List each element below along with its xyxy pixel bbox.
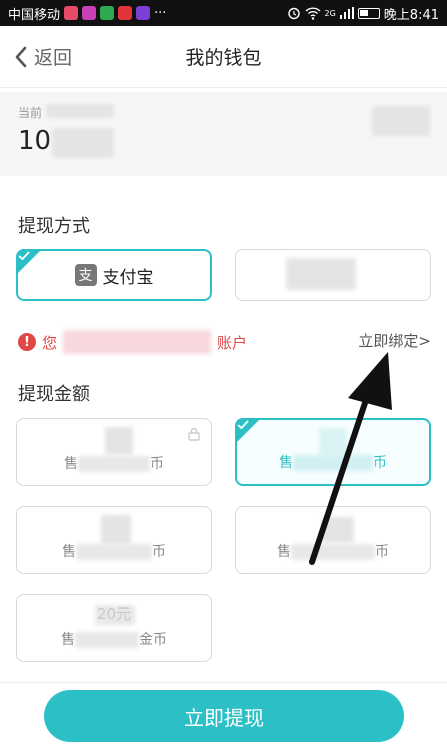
withdraw-amount-title: 提现金额: [18, 384, 90, 405]
back-button[interactable]: 返回: [14, 43, 72, 70]
blurred-region: [322, 517, 354, 543]
alarm-icon: [287, 7, 300, 20]
battery-icon: [357, 7, 380, 19]
balance-value: 10: [18, 126, 52, 156]
blurred-region: [286, 258, 356, 290]
exclamation-icon: !: [18, 333, 36, 351]
back-label: 返回: [34, 47, 73, 69]
app-notification-icon: [136, 6, 151, 20]
wifi-icon: [305, 6, 320, 20]
amount-label: 售币: [62, 544, 166, 560]
withdraw-now-button[interactable]: 立即提现: [44, 690, 404, 742]
footer-divider: [0, 682, 447, 683]
alipay-option[interactable]: 支 支付宝: [16, 249, 212, 301]
amount-label: 售币: [279, 455, 387, 471]
blurred-region: [46, 104, 114, 118]
amount-option-1[interactable]: 售币: [16, 418, 212, 486]
warning-suffix: 账户: [217, 333, 248, 352]
app-notification-icon: [118, 6, 133, 20]
blurred-region: [372, 106, 430, 136]
status-bar: 中国移动 ··· 2G 晚上8:41: [0, 0, 447, 26]
app-notification-icon: [64, 6, 79, 20]
alipay-icon: 支: [74, 264, 97, 286]
alipay-label: 支付宝: [102, 267, 154, 288]
bind-now-link[interactable]: 立即绑定>: [358, 330, 431, 351]
lock-icon: [188, 427, 200, 441]
amount-option-4[interactable]: 售币: [235, 506, 431, 574]
chevron-left-icon: [15, 46, 27, 67]
app-notification-icon: [100, 6, 115, 20]
warning-prefix: 您: [42, 333, 58, 352]
selected-check-icon: [235, 418, 261, 444]
blurred-region: [105, 427, 133, 455]
amount-option-5[interactable]: 20元 售金币: [16, 594, 212, 662]
nav-bar: 返回 我的钱包: [0, 26, 447, 88]
amount-label: 售币: [277, 544, 389, 560]
blurred-region: [52, 128, 114, 158]
amount-option-2[interactable]: 售币: [235, 418, 431, 486]
network-type: 2G: [324, 8, 336, 18]
signal-icon: [339, 7, 354, 19]
balance-label: 当前: [18, 106, 43, 120]
clock: 晚上8:41: [383, 7, 439, 23]
withdraw-method-title: 提现方式: [18, 216, 90, 237]
carrier-name: 中国移动: [8, 7, 61, 23]
blurred-region: [95, 605, 135, 625]
amount-label: 售金币: [61, 632, 167, 648]
app-notification-icon: [82, 6, 97, 20]
blurred-region: [63, 330, 212, 354]
selected-check-icon: [16, 249, 42, 275]
amount-label: 售币: [64, 456, 164, 472]
bind-account-warning: ! 您 账户: [18, 330, 247, 354]
second-payment-option[interactable]: [235, 249, 431, 301]
balance-panel: 当前 10: [0, 92, 447, 176]
more-notifications-icon: ···: [154, 5, 167, 21]
amount-option-3[interactable]: 售币: [16, 506, 212, 574]
